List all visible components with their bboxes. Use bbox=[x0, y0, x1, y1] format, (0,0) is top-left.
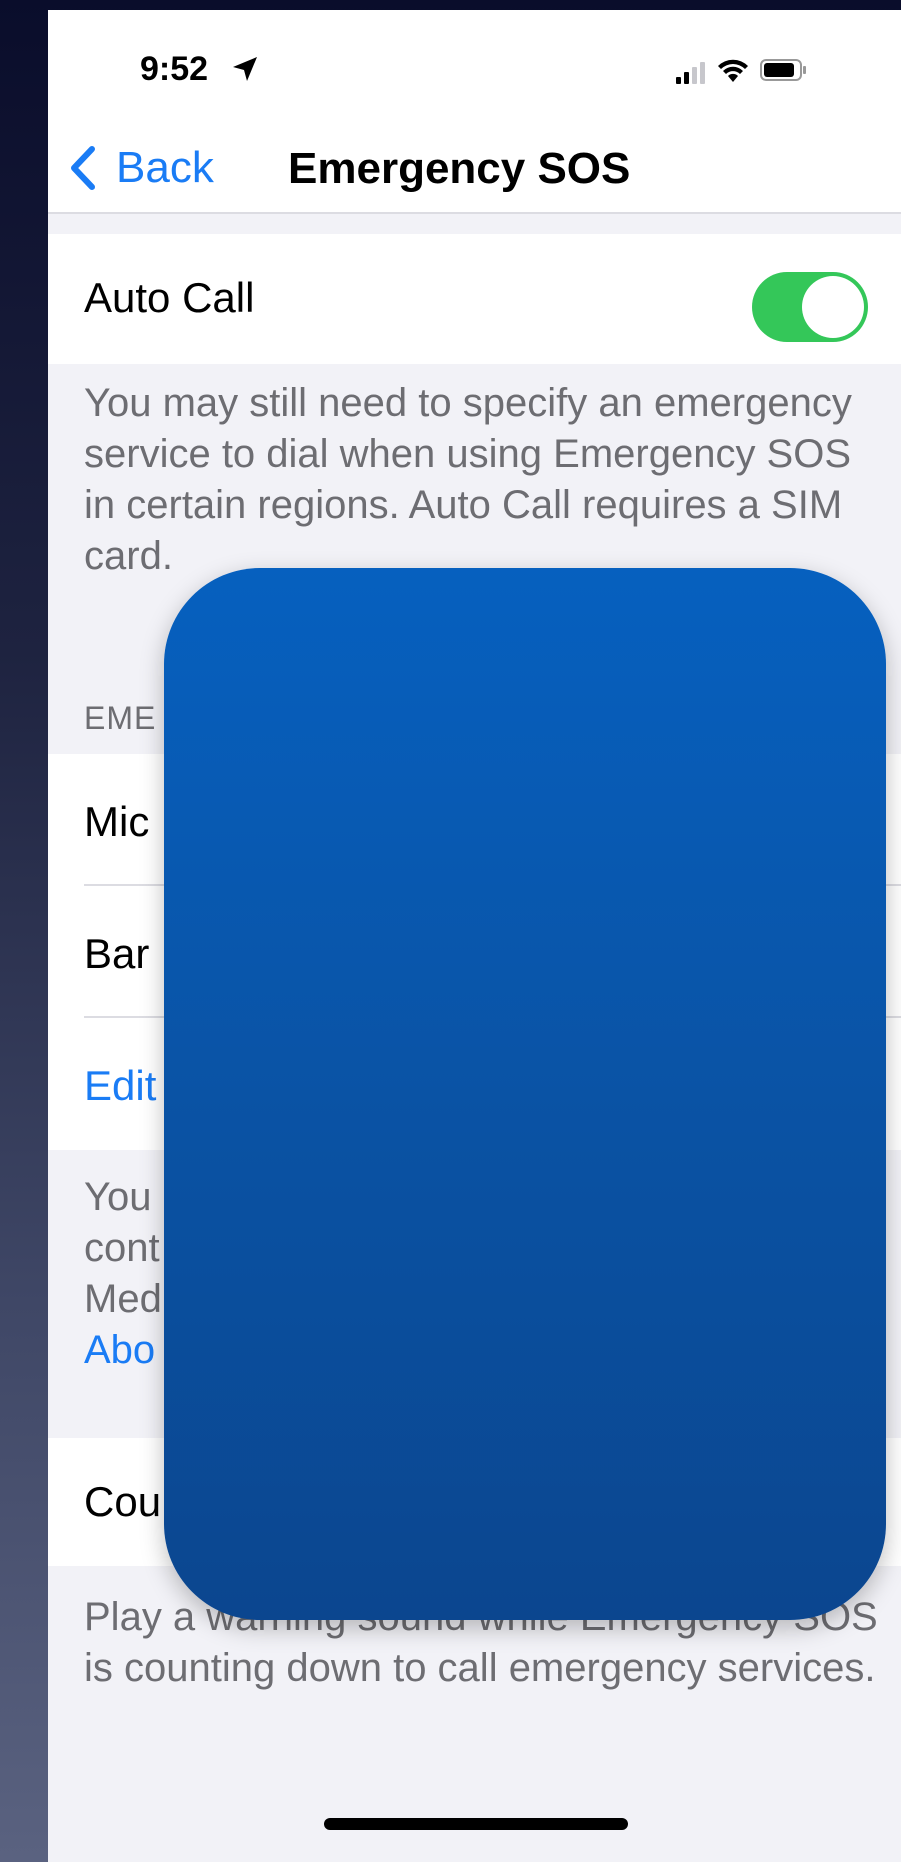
auto-call-label: Auto Call bbox=[84, 274, 255, 321]
back-button[interactable]: Back bbox=[68, 138, 214, 198]
contact-name: Bar bbox=[84, 930, 150, 977]
edit-contacts-label: Edit bbox=[84, 1062, 157, 1109]
chevron-left-icon bbox=[71, 146, 95, 190]
contact-name: Mic bbox=[84, 798, 150, 845]
countdown-sound-label: Cou bbox=[84, 1478, 162, 1525]
auto-call-toggle[interactable] bbox=[752, 272, 868, 342]
toggle-knob bbox=[802, 276, 864, 338]
redaction-overlay bbox=[164, 568, 886, 1620]
emergency-contacts-header: EME bbox=[84, 700, 157, 736]
back-label: Back bbox=[116, 143, 214, 192]
page-title: Emergency SOS bbox=[288, 144, 631, 193]
navigation-bar: Back Emergency SOS bbox=[48, 130, 901, 214]
auto-call-footer: You may still need to specify an emergen… bbox=[84, 381, 852, 578]
home-indicator[interactable] bbox=[324, 1818, 628, 1830]
cellular-signal-icon bbox=[676, 62, 705, 84]
status-time: 9:52 bbox=[140, 50, 209, 88]
status-bar: 9:52 bbox=[48, 10, 901, 130]
location-arrow-icon bbox=[233, 57, 257, 81]
battery-icon bbox=[760, 59, 806, 81]
auto-call-cell: Auto Call bbox=[48, 234, 901, 364]
wifi-icon bbox=[718, 59, 748, 82]
